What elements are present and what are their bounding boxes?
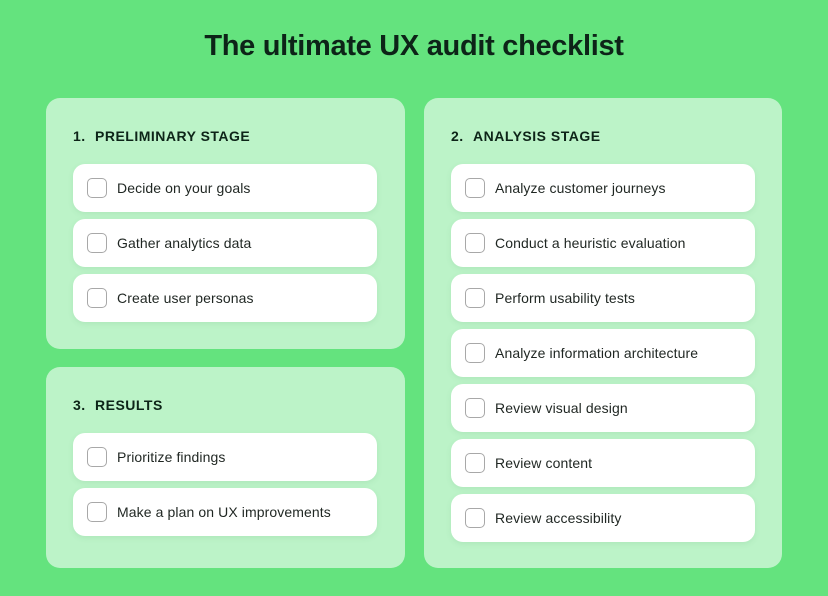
section-preliminary-stage: 1. PRELIMINARY STAGE Decide on your goal… <box>46 98 405 349</box>
checkbox-icon[interactable] <box>465 343 485 363</box>
checklist: Analyze customer journeys Conduct a heur… <box>451 164 755 549</box>
section-title: RESULTS <box>95 397 163 413</box>
checklist-item-label: Review accessibility <box>495 510 622 526</box>
checkbox-icon[interactable] <box>87 288 107 308</box>
checklist-item[interactable]: Prioritize findings <box>73 433 377 481</box>
checklist: Prioritize findings Make a plan on UX im… <box>73 433 377 543</box>
section-number: 2. <box>451 128 464 144</box>
checklist-item[interactable]: Create user personas <box>73 274 377 322</box>
checklist-item-label: Make a plan on UX improvements <box>117 504 331 520</box>
checklist-item-label: Analyze information architecture <box>495 345 699 361</box>
checkbox-icon[interactable] <box>465 178 485 198</box>
checkbox-icon[interactable] <box>465 288 485 308</box>
checklist-item[interactable]: Review visual design <box>451 384 755 432</box>
checkbox-icon[interactable] <box>465 508 485 528</box>
checklist-item-label: Conduct a heuristic evaluation <box>495 235 686 251</box>
checkbox-icon[interactable] <box>465 398 485 418</box>
checklist-item[interactable]: Conduct a heuristic evaluation <box>451 219 755 267</box>
checklist: Decide on your goals Gather analytics da… <box>73 164 377 329</box>
section-heading: 3. RESULTS <box>73 397 163 413</box>
section-heading: 1. PRELIMINARY STAGE <box>73 128 250 144</box>
checklist-item-label: Create user personas <box>117 290 254 306</box>
checkbox-icon[interactable] <box>87 502 107 522</box>
checklist-item[interactable]: Review content <box>451 439 755 487</box>
checklist-item-label: Gather analytics data <box>117 235 252 251</box>
page-title: The ultimate UX audit checklist <box>204 30 624 62</box>
checklist-item-label: Perform usability tests <box>495 290 636 306</box>
section-number: 1. <box>73 128 86 144</box>
checkbox-icon[interactable] <box>465 453 485 473</box>
checklist-item[interactable]: Make a plan on UX improvements <box>73 488 377 536</box>
checkbox-icon[interactable] <box>87 447 107 467</box>
section-analysis-stage: 2. ANALYSIS STAGE Analyze customer journ… <box>424 98 782 568</box>
checklist-item[interactable]: Review accessibility <box>451 494 755 542</box>
section-number: 3. <box>73 397 86 413</box>
checklist-item[interactable]: Gather analytics data <box>73 219 377 267</box>
section-title: ANALYSIS STAGE <box>473 128 601 144</box>
checklist-item-label: Prioritize findings <box>117 449 226 465</box>
checklist-item-label: Decide on your goals <box>117 180 251 196</box>
checklist-item-label: Analyze customer journeys <box>495 180 666 196</box>
checklist-item[interactable]: Analyze customer journeys <box>451 164 755 212</box>
checklist-item[interactable]: Decide on your goals <box>73 164 377 212</box>
checkbox-icon[interactable] <box>465 233 485 253</box>
checklist-item-label: Review content <box>495 455 593 471</box>
section-title: PRELIMINARY STAGE <box>95 128 251 144</box>
checkbox-icon[interactable] <box>87 233 107 253</box>
checklist-item[interactable]: Analyze information architecture <box>451 329 755 377</box>
checklist-item[interactable]: Perform usability tests <box>451 274 755 322</box>
section-heading: 2. ANALYSIS STAGE <box>451 128 601 144</box>
checklist-item-label: Review visual design <box>495 400 628 416</box>
section-results: 3. RESULTS Prioritize findings Make a pl… <box>46 367 405 568</box>
checkbox-icon[interactable] <box>87 178 107 198</box>
